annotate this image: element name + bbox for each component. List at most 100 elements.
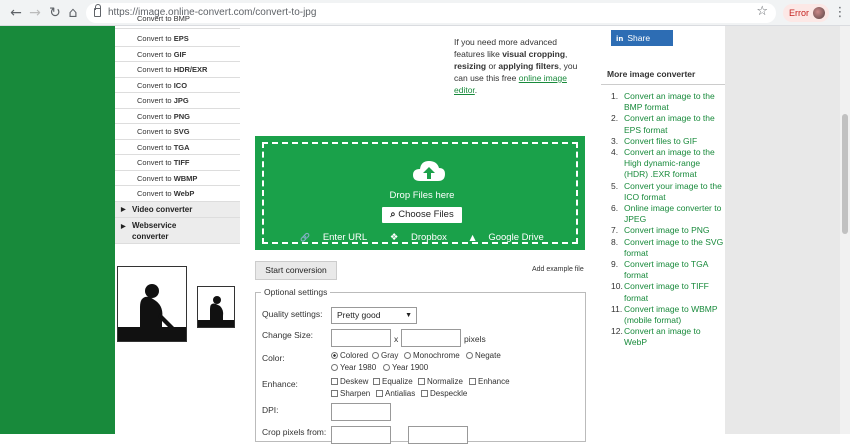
menu-icon[interactable]: ⋮ [833, 3, 847, 23]
sidebar-group-webservice[interactable]: ▶ Webservice converter [115, 218, 240, 244]
sidebar-item-format: TGA [173, 142, 190, 152]
choose-files-button[interactable]: ⌕ Choose Files [382, 207, 462, 223]
dpi-input[interactable] [331, 403, 391, 421]
enhance-antialias-checkbox[interactable]: Antialias [376, 389, 415, 398]
quality-value: Pretty good [337, 310, 381, 320]
linkedin-icon: in [616, 35, 624, 43]
option-label: Colored [340, 351, 369, 360]
checkbox-icon [376, 390, 383, 397]
dpi-label: DPI: [262, 405, 279, 415]
color-gray-radio[interactable]: Gray [372, 351, 398, 360]
add-example-file-link[interactable]: Add example file [532, 266, 584, 273]
sidebar-item-tga[interactable]: Convert to TGA [115, 140, 240, 155]
radio-icon [331, 364, 338, 371]
list-number: 2. [611, 113, 619, 124]
related-converter-link[interactable]: 2. Convert an image to the EPS format [601, 113, 725, 135]
linkedin-share-button[interactable]: in Share [611, 30, 673, 46]
radio-icon [372, 352, 379, 359]
sidebar-item-format: GIF [173, 49, 187, 59]
sidebar-item-ico[interactable]: Convert to ICO [115, 78, 240, 93]
more-converters-list: 1. Convert an image to the BMP format 2. Co… [601, 91, 725, 349]
sidebar-group-video[interactable]: ▶ Video converter [115, 202, 240, 218]
quality-select[interactable]: Pretty good ▼ [331, 307, 417, 324]
google-drive-icon: ▲ [469, 233, 476, 242]
optional-settings: Optional settings Quality settings: Pret… [255, 287, 586, 444]
sidebar-item-format: EPS [173, 34, 189, 43]
forward-icon[interactable]: → [25, 3, 45, 23]
related-converter-link[interactable]: 1. Convert an image to the BMP format [601, 91, 725, 113]
color-year1900-radio[interactable]: Year 1900 [383, 363, 428, 372]
example-image-large [117, 266, 187, 342]
option-label: Deskew [340, 377, 369, 386]
checkbox-icon [421, 390, 428, 397]
related-converter-label: Convert files to GIF [624, 135, 698, 146]
related-converter-link[interactable]: 8. Convert image to the SVG format [601, 237, 725, 259]
list-number: 1. [611, 91, 619, 101]
related-converter-link[interactable]: 7. Convert image to PNG [601, 225, 725, 236]
related-converter-link[interactable]: 3. Convert files to GIF [601, 136, 725, 147]
enhance-equalize-checkbox[interactable]: Equalize [373, 377, 413, 386]
sidebar-item-hdr-exr[interactable]: Convert to HDR/EXR [115, 62, 240, 78]
dropbox-link[interactable]: ❖ Dropbox [385, 232, 452, 243]
enhance-normalize-checkbox[interactable]: Normalize [418, 377, 463, 386]
related-converter-link[interactable]: 5. Convert your image to the ICO format [601, 181, 725, 203]
height-input[interactable] [401, 329, 461, 347]
dropzone-border: Drop Files here ⌕ Choose Files 🔗 Enter U… [262, 142, 578, 244]
sidebar-item-png[interactable]: Convert to PNG [115, 109, 240, 124]
enhance-despeckle-checkbox[interactable]: Despeckle [421, 389, 467, 398]
related-converter-label: Convert an image to the High dynamic-ran… [624, 147, 715, 180]
related-converter-link[interactable]: 11. Convert image to WBMP (mobile format) [601, 304, 725, 326]
enter-url-label: Enter URL [322, 232, 368, 243]
crop-label: Crop pixels from: [262, 427, 327, 437]
crop-input-top[interactable] [331, 426, 391, 444]
profile-error-button[interactable]: Error [783, 4, 829, 22]
enhance-deskew-checkbox[interactable]: Deskew [331, 377, 368, 386]
checkbox-icon [469, 378, 476, 385]
color-negate-radio[interactable]: Negate [466, 351, 501, 360]
star-icon[interactable]: ☆ [756, 4, 768, 19]
sidebar-item-svg[interactable]: Convert to SVG [115, 124, 240, 140]
sidebar-item-gif[interactable]: Convert to GIF [115, 47, 240, 62]
sidebar-item-prefix: Convert to [137, 111, 174, 121]
start-conversion-button[interactable]: Start conversion [255, 261, 337, 280]
related-converter-link[interactable]: 9. Convert image to TGA format [601, 259, 725, 281]
sidebar-item-tiff[interactable]: Convert to TIFF [115, 155, 240, 171]
upload-dropzone[interactable]: Drop Files here ⌕ Choose Files 🔗 Enter U… [255, 136, 585, 250]
change-size-label: Change Size: [262, 330, 314, 340]
sidebar-item-webp[interactable]: Convert to WebP [115, 186, 240, 202]
scrollbar[interactable] [840, 26, 850, 434]
list-number: 9. [611, 259, 619, 270]
color-colored-radio[interactable]: Colored [331, 351, 368, 360]
info-text: . [474, 85, 478, 95]
crop-input-bottom[interactable] [408, 426, 468, 444]
enhance-enhance-checkbox[interactable]: Enhance [469, 377, 510, 386]
enhance-sharpen-checkbox[interactable]: Sharpen [331, 389, 370, 398]
option-label: Negate [475, 351, 501, 360]
sidebar-item-wbmp[interactable]: Convert to WBMP [115, 171, 240, 186]
color-monochrome-radio[interactable]: Monochrome [404, 351, 460, 360]
related-converter-link[interactable]: 10. Convert image to TIFF format [601, 281, 725, 303]
advanced-editor-info: If you need more advanced features like … [454, 36, 584, 96]
size-x-label: x [394, 334, 399, 344]
related-converter-link[interactable]: 6. Online image converter to JPEG [601, 203, 725, 225]
related-converter-label: Convert image to TIFF format [624, 281, 709, 303]
list-number: 7. [611, 225, 619, 236]
scrollbar-thumb[interactable] [842, 114, 848, 234]
width-input[interactable] [331, 329, 391, 347]
google-drive-link[interactable]: ▲ Google Drive [465, 232, 549, 243]
related-converter-link[interactable]: 12. Convert an image to WebP [601, 326, 725, 348]
sidebar-item-jpg[interactable]: Convert to JPG [115, 93, 240, 109]
expand-icon: ▶ [121, 207, 126, 213]
reload-icon[interactable]: ↻ [45, 3, 65, 23]
sidebar-item-prefix: Convert to [137, 96, 174, 105]
related-converter-label: Convert an image to the BMP format [624, 91, 715, 113]
sidebar-item-bmp[interactable]: Convert to BMP [115, 15, 240, 29]
enter-url-link[interactable]: 🔗 Enter URL [295, 232, 372, 243]
back-icon[interactable]: ← [6, 3, 26, 23]
sidebar-item-eps[interactable]: Convert to EPS [115, 31, 240, 47]
color-year1980-radio[interactable]: Year 1980 [331, 363, 376, 372]
related-converter-link[interactable]: 4. Convert an image to the High dynamic-r… [601, 147, 725, 181]
sidebar-item-prefix: Convert to [137, 158, 174, 167]
lock-icon [94, 4, 101, 17]
home-icon[interactable]: ⌂ [63, 3, 83, 23]
